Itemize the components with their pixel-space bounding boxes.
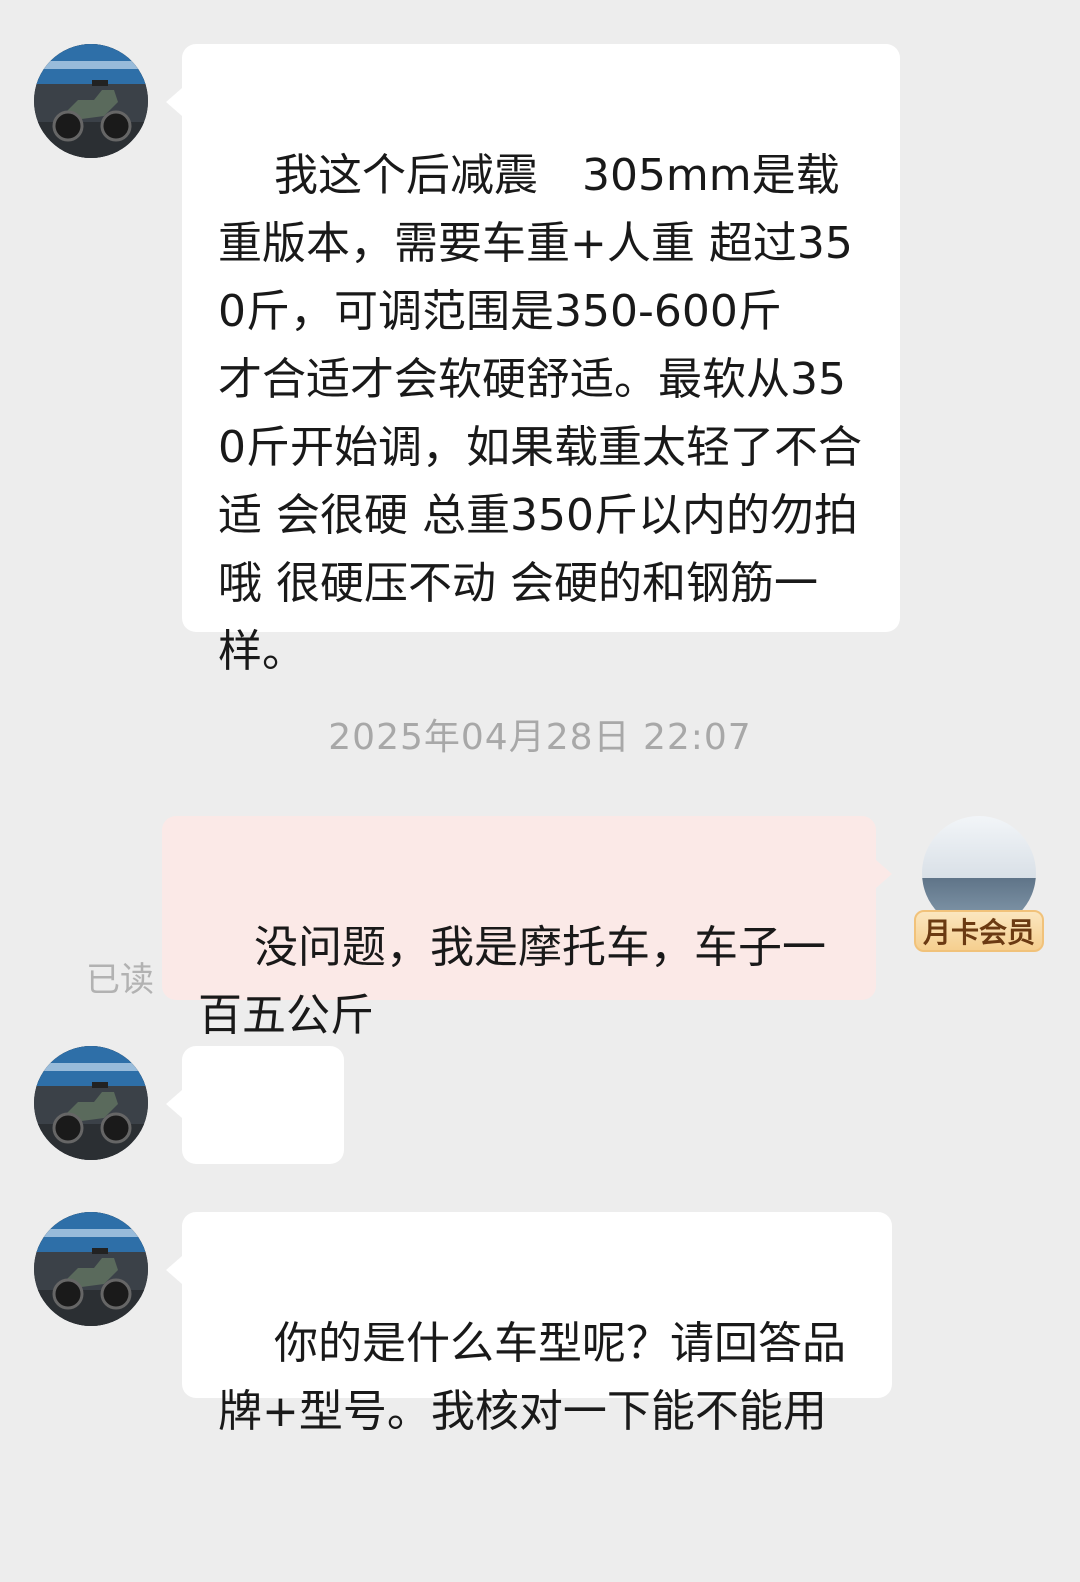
seller-avatar[interactable] [34,1212,148,1326]
message-bubble-outgoing[interactable]: 没问题，我是摩托车，车子一百五公斤 [162,816,892,1041]
scooter-icon [34,44,148,158]
message-text: 你的是什么车型呢？请回答品牌+型号。我核对一下能不能用 [218,1318,846,1437]
chat-window: 我这个后减震 305mm是载重版本，需要车重+人重 超过350斤，可调范围是35… [0,0,1080,1440]
message-timestamp: 2025年04月28日 22:07 [328,717,752,758]
seller-avatar[interactable] [34,44,148,158]
message-bubble-incoming[interactable]: 我这个后减震 305mm是载重版本，需要车重+人重 超过350斤，可调范围是35… [166,44,900,677]
seller-avatar[interactable] [34,1046,148,1160]
pin-icon: 拼 [300,1124,344,1164]
scooter-icon [34,1046,148,1160]
scooter-icon [34,1212,148,1326]
message-text: 没问题，我是摩托车，车子一百五公斤 [198,922,826,1041]
message-text: 我这个后减震 305mm是载重版本，需要车重+人重 超过350斤，可调范围是35… [218,150,862,677]
pin-icon: 拼 [848,1358,892,1398]
pin-icon: 拼 [856,592,900,632]
message-bubble-incoming[interactable]: 你的是什么车型呢？请回答品牌+型号。我核对一下能不能用 拼 [166,1212,892,1437]
message-bubble-incoming[interactable]: 好的 拼 [166,1046,344,1271]
member-badge: 月卡会员 [914,910,1044,952]
read-status: 已读 [86,960,154,1000]
